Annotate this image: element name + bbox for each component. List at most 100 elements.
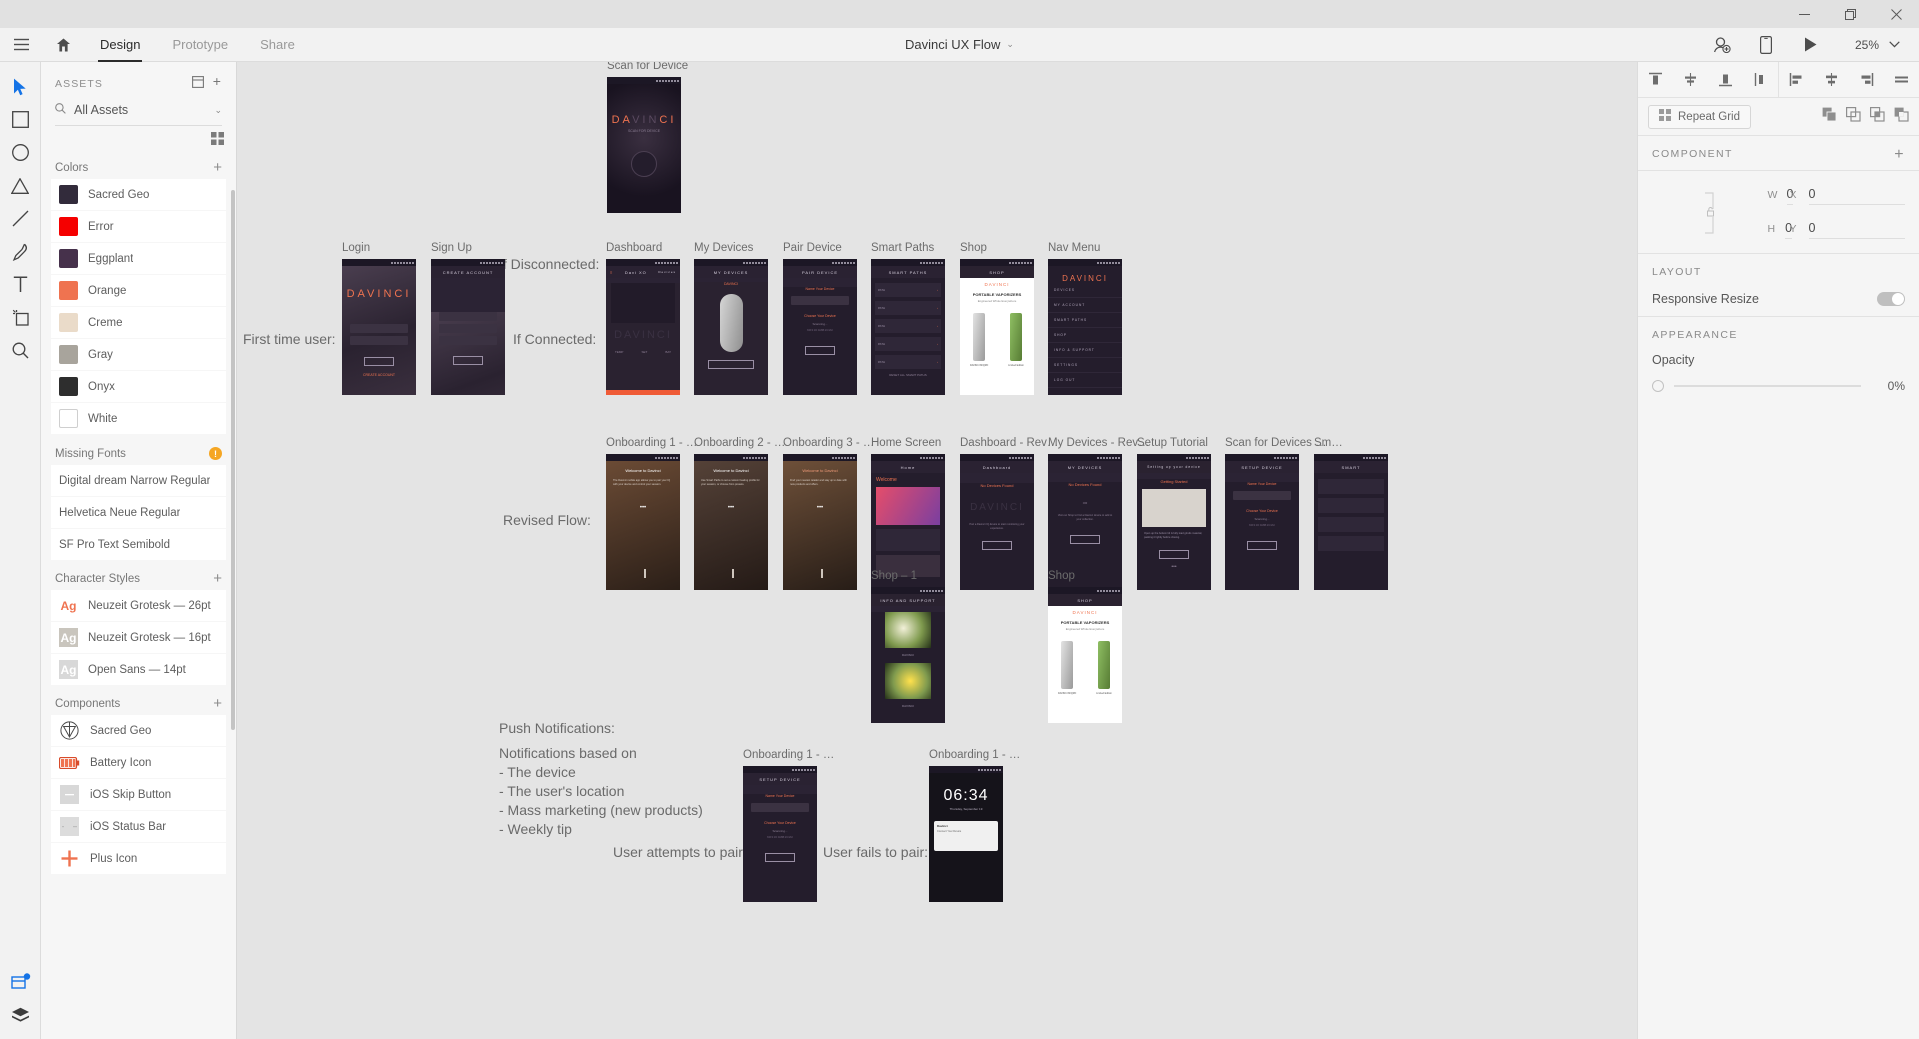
- canvas-note[interactable]: Notifications based on - The device - Th…: [499, 744, 703, 839]
- artboard-label[interactable]: Onboarding 3 - …: [783, 437, 874, 449]
- assets-library-icon[interactable]: [191, 76, 204, 91]
- artboard-clock[interactable]: 06:34 Thursday, September 19 Davinci Connec…: [929, 766, 1003, 902]
- artboard-onboard2[interactable]: Welcome to Davinci Use Smart Paths to set…: [694, 454, 768, 590]
- repeat-grid-button[interactable]: Repeat Grid: [1648, 104, 1752, 129]
- artboard-label[interactable]: My Devices - Rev…: [1048, 437, 1150, 449]
- canvas-note[interactable]: If Disconnected:: [499, 255, 599, 274]
- color-asset-row[interactable]: Gray: [51, 339, 226, 370]
- assets-add-icon[interactable]: +: [213, 74, 222, 91]
- artboard-dashrev[interactable]: Dashboard No Devices Found DAVINCI Pair a D…: [960, 454, 1034, 590]
- window-close-button[interactable]: [1873, 0, 1919, 28]
- zoom-level-value[interactable]: 25%: [1833, 38, 1879, 52]
- color-asset-row[interactable]: Onyx: [51, 371, 226, 402]
- artboard-scan[interactable]: DAVINCI SCAN FOR DEVICE: [607, 77, 681, 213]
- artboard-label[interactable]: Shop – 1: [871, 570, 917, 582]
- color-swatch[interactable]: [59, 409, 78, 428]
- artboard-shop[interactable]: SHOP DAVINCI PORTABLE VAPORIZERS Engineered…: [960, 259, 1034, 395]
- document-title[interactable]: Davinci UX Flow: [905, 37, 1000, 52]
- zoom-chevron-down-icon[interactable]: [1881, 28, 1907, 62]
- artboard-label[interactable]: Dashboard - Rev…: [960, 437, 1058, 449]
- rectangle-tool[interactable]: [0, 103, 41, 136]
- add-character-style-icon[interactable]: +: [213, 571, 222, 586]
- design-canvas[interactable]: If Disconnected: First time user: If Conne…: [237, 62, 1637, 1039]
- missing-font-row[interactable]: Digital dream Narrow Regular: [51, 465, 226, 496]
- polygon-tool[interactable]: [0, 169, 41, 202]
- tab-share[interactable]: Share: [244, 28, 311, 62]
- responsive-resize-toggle[interactable]: [1877, 292, 1905, 306]
- color-asset-row[interactable]: Eggplant: [51, 243, 226, 274]
- artboard-label[interactable]: Smart Paths: [871, 242, 934, 254]
- align-bottom-icon[interactable]: [1715, 72, 1737, 87]
- component-asset-row[interactable]: Battery Icon: [51, 747, 226, 778]
- layers-panel-icon[interactable]: [0, 998, 41, 1031]
- grid-view-icon[interactable]: [211, 132, 224, 150]
- ellipse-tool[interactable]: [0, 136, 41, 169]
- artboard-smartpaths[interactable]: SMART PATHS PATH › PATH › PATH › PATH › PATH › RESE…: [871, 259, 945, 395]
- artboard-shop1[interactable]: INFO AND SUPPORT DAVINCI DAVINCI: [871, 587, 945, 723]
- assets-search-row[interactable]: All Assets ⌄: [55, 101, 222, 126]
- align-horizontal-center-icon[interactable]: [1821, 72, 1843, 87]
- canvas-note[interactable]: Push Notifications:: [499, 719, 615, 738]
- chevron-down-icon[interactable]: ⌄: [1006, 39, 1014, 49]
- aspect-lock-icon[interactable]: [1652, 190, 1768, 236]
- artboard-label[interactable]: Shop: [960, 242, 987, 254]
- character-style-row[interactable]: Ag Neuzeit Grotesk — 26pt: [51, 590, 226, 621]
- canvas-note[interactable]: If Connected:: [513, 330, 596, 349]
- pen-tool[interactable]: [0, 235, 41, 268]
- tab-design[interactable]: Design: [84, 28, 156, 62]
- artboard-login[interactable]: DAVINCI CREATE ACCOUNT: [342, 259, 416, 395]
- artboard-label[interactable]: Onboarding 1 - …: [743, 749, 834, 761]
- canvas-note[interactable]: First time user:: [243, 330, 336, 349]
- artboard-label[interactable]: Login: [342, 242, 370, 254]
- artboard-label[interactable]: Pair Device: [783, 242, 842, 254]
- artboard-label[interactable]: Onboarding 1 - …: [929, 749, 1020, 761]
- artboard-onboard1[interactable]: Welcome to Davinci The Davinci mobile app…: [606, 454, 680, 590]
- opacity-slider-row[interactable]: 0%: [1652, 379, 1905, 393]
- character-style-row[interactable]: Ag Neuzeit Grotesk — 16pt: [51, 622, 226, 653]
- y-value[interactable]: 0: [1808, 221, 1905, 239]
- add-component-icon[interactable]: +: [213, 696, 222, 711]
- opacity-slider-track[interactable]: [1674, 385, 1861, 387]
- artboard-dashboard[interactable]: ≡ Davi XO Devices DAVINCI TEMP SET BAT: [606, 259, 680, 395]
- color-asset-row[interactable]: Sacred Geo: [51, 179, 226, 210]
- y-field[interactable]: Y 0: [1790, 221, 1905, 239]
- add-color-icon[interactable]: +: [213, 160, 222, 175]
- artboard-shop2[interactable]: SHOP DAVINCI PORTABLE VAPORIZERS Engineered…: [1048, 587, 1122, 723]
- invite-person-icon[interactable]: [1701, 28, 1743, 62]
- tab-prototype[interactable]: Prototype: [156, 28, 244, 62]
- subtract-shape-icon[interactable]: [1846, 106, 1861, 127]
- hamburger-menu-icon[interactable]: [0, 28, 42, 62]
- distribute-vertical-icon[interactable]: [1750, 72, 1772, 87]
- color-swatch[interactable]: [59, 345, 78, 364]
- mobile-preview-icon[interactable]: [1745, 28, 1787, 62]
- assets-scrollbar[interactable]: [231, 190, 235, 730]
- artboard-label[interactable]: Sign Up: [431, 242, 472, 254]
- artboard-setupdev[interactable]: SETUP DEVICE Name Your Device Choose Your …: [743, 766, 817, 902]
- color-asset-row[interactable]: Orange: [51, 275, 226, 306]
- missing-font-row[interactable]: Helvetica Neue Regular: [51, 497, 226, 528]
- opacity-slider-handle[interactable]: [1652, 380, 1664, 392]
- component-asset-row[interactable]: iOS Status Bar: [51, 811, 226, 842]
- color-asset-row[interactable]: White: [51, 403, 226, 434]
- canvas-note[interactable]: Revised Flow:: [503, 511, 591, 530]
- add-shape-icon[interactable]: [1822, 107, 1837, 127]
- artboard-label[interactable]: Nav Menu: [1048, 242, 1100, 254]
- align-top-icon[interactable]: [1645, 72, 1667, 87]
- artboard-label[interactable]: Onboarding 2 - …: [694, 437, 785, 449]
- height-field[interactable]: H 0: [1768, 221, 1793, 239]
- artboard-label[interactable]: Dashboard: [606, 242, 662, 254]
- color-asset-row[interactable]: Error: [51, 211, 226, 242]
- color-swatch[interactable]: [59, 281, 78, 300]
- color-swatch[interactable]: [59, 185, 78, 204]
- artboard-label[interactable]: Onboarding 1 - …: [606, 437, 697, 449]
- add-component-button[interactable]: +: [1894, 146, 1905, 162]
- chevron-down-icon[interactable]: ⌄: [214, 105, 222, 116]
- artboard-pairdevice[interactable]: PAIR DEVICE Name Your Device Choose Your D…: [783, 259, 857, 395]
- home-icon[interactable]: [42, 28, 84, 62]
- line-tool[interactable]: [0, 202, 41, 235]
- artboard-signup[interactable]: CREATE ACCOUNT: [431, 259, 505, 395]
- component-asset-row[interactable]: Sacred Geo: [51, 715, 226, 746]
- x-value[interactable]: 0: [1808, 187, 1905, 205]
- missing-font-row[interactable]: SF Pro Text Semibold: [51, 529, 226, 560]
- assets-panel-icon[interactable]: [0, 965, 41, 998]
